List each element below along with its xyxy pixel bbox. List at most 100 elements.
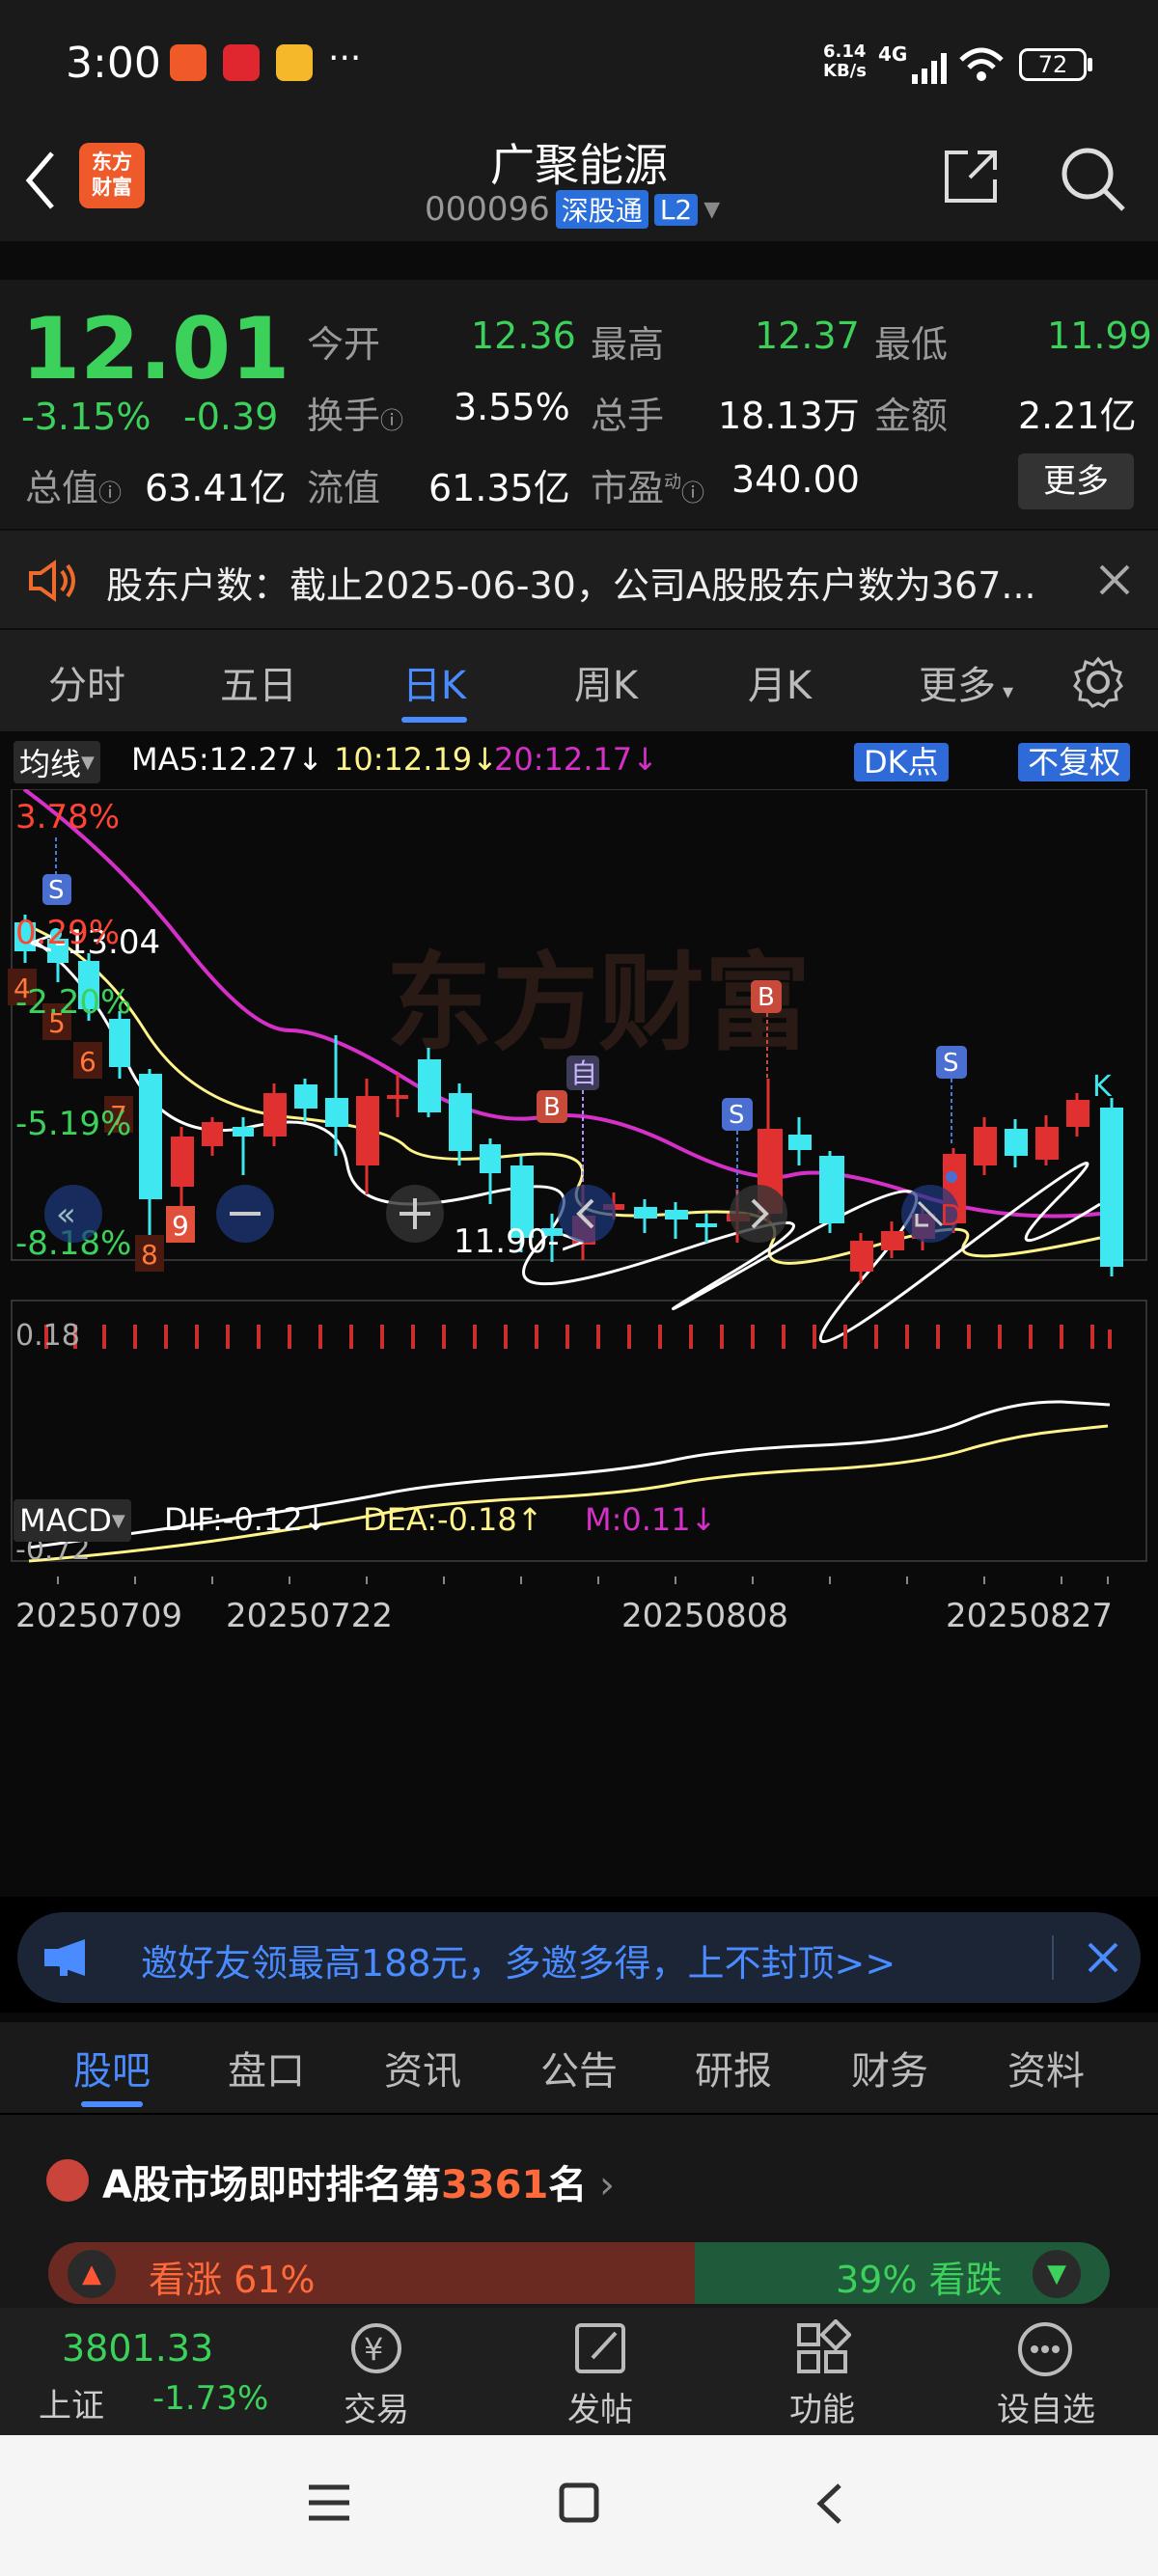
low-label: 最低: [874, 323, 949, 366]
date-label: 20250709: [15, 1597, 182, 1635]
search-icon[interactable]: [1058, 144, 1127, 213]
tab-order-book[interactable]: 盘口: [208, 2040, 324, 2096]
notice-bar[interactable]: 股东户数：截止2025-06-30，公司A股股东户数为367...: [0, 529, 1158, 630]
mktcap-label[interactable]: 总值ⓘ: [25, 458, 122, 511]
candle: [665, 1202, 688, 1239]
close-icon[interactable]: [1087, 1941, 1119, 1974]
tab-monthly-k[interactable]: 月K: [722, 654, 838, 710]
divider: [0, 2013, 1158, 2022]
rank-text[interactable]: A股市场即时排名第3361名 ›: [102, 2153, 615, 2209]
battery-tip: [1088, 58, 1092, 71]
chevron-down-icon: ▼: [703, 197, 721, 222]
change-value: -0.39: [183, 396, 279, 438]
candle: [449, 1083, 472, 1165]
tab-profile[interactable]: 资料: [988, 2040, 1104, 2096]
pct-label: -5.19%: [15, 1105, 131, 1143]
period-tabs: 分时 五日 日K 周K 月K 更多 ▾: [0, 630, 1158, 731]
speaker-icon: [29, 560, 75, 602]
close-icon[interactable]: [1098, 563, 1131, 596]
svg-text:自: 自: [570, 1057, 597, 1089]
change-pct: -3.15%: [21, 396, 152, 438]
tab-daily-k[interactable]: 日K: [376, 654, 492, 710]
megaphone-icon: [44, 1939, 85, 1976]
turnover-label[interactable]: 换手ⓘ: [307, 386, 403, 439]
gear-icon[interactable]: [1071, 655, 1125, 709]
tab-research[interactable]: 研报: [676, 2040, 791, 2096]
tab-announcements[interactable]: 公告: [521, 2040, 637, 2096]
next-button: [730, 1185, 787, 1243]
function-grid-icon[interactable]: [793, 2319, 851, 2377]
tab-more[interactable]: 更多 ▾: [903, 654, 1029, 710]
candle: [139, 1069, 162, 1252]
dea-value: DEA:-0.18↑: [363, 1501, 543, 1538]
candle: [788, 1117, 812, 1165]
post-icon[interactable]: [571, 2319, 629, 2377]
stock-code-row[interactable]: 000096 深股通 L2 ▼: [425, 190, 720, 229]
date-ticks: [57, 1576, 1109, 1584]
date-label: 20250808: [621, 1597, 788, 1635]
notice-text: 股东户数：截止2025-06-30，公司A股股东户数为367...: [106, 564, 1036, 607]
svg-text:¥: ¥: [364, 2331, 383, 2368]
notification-app-icon: [223, 44, 260, 81]
divider: [1052, 1935, 1054, 1980]
candle: [294, 1079, 317, 1122]
candle: [263, 1083, 287, 1146]
pct-label: 0.29%: [15, 914, 120, 952]
adjust-type-button[interactable]: 不复权: [1018, 743, 1131, 781]
wifi-icon: [959, 47, 1004, 81]
market-rank-panel: A股市场即时排名第3361名 › ▲ 看涨 61% 39% 看跌 ▼: [0, 2115, 1158, 2308]
share-icon[interactable]: [941, 147, 1001, 206]
back-icon[interactable]: [21, 150, 60, 211]
post-label[interactable]: 发帖: [542, 2383, 658, 2430]
ma-selector[interactable]: 均线 ▼: [14, 741, 100, 783]
watchlist-label[interactable]: 设自选: [979, 2383, 1114, 2430]
candle: [850, 1233, 873, 1283]
tab-forum[interactable]: 股吧: [54, 2040, 170, 2096]
m-value: M:0.11↓: [585, 1501, 717, 1538]
date-label: 20250722: [226, 1597, 393, 1635]
net-speed: 6.14 KB/s: [823, 41, 867, 81]
tab-intraday[interactable]: 分时: [29, 654, 145, 710]
tab-finance[interactable]: 财务: [832, 2040, 948, 2096]
float-value: 61.35亿: [428, 467, 570, 509]
stock-code: 000096: [425, 190, 550, 229]
bullish-label: 看涨 61%: [149, 2259, 316, 2301]
status-bar: 3:00 ··· 6.14 KB/s 4G 72: [0, 0, 1158, 130]
svg-text:S: S: [943, 1049, 959, 1078]
bearish-label: 39% 看跌: [836, 2259, 1003, 2301]
last-price: 12.01: [21, 299, 290, 398]
trade-label[interactable]: 交易: [318, 2383, 434, 2430]
notification-app-icon: [170, 44, 207, 81]
trade-icon[interactable]: ¥: [345, 2319, 408, 2377]
ma5-value: MA5:12.27↓: [131, 741, 324, 778]
svg-text:«: «: [56, 1195, 76, 1234]
high-label: 最高: [591, 323, 665, 366]
function-label[interactable]: 功能: [764, 2383, 880, 2430]
svg-text:8: 8: [141, 1239, 158, 1271]
menu-icon[interactable]: [307, 2483, 351, 2522]
more-circle-icon[interactable]: [1015, 2319, 1075, 2379]
invite-banner[interactable]: 邀好友领最高188元，多邀多得，上不封顶>>: [17, 1912, 1141, 2003]
pe-label[interactable]: 市盈动ⓘ: [591, 458, 704, 511]
tab-weekly-k[interactable]: 周K: [548, 654, 664, 710]
pct-label: -2.20%: [15, 983, 131, 1022]
kline-chart-area[interactable]: 均线 ▼ MA5:12.27↓ 10:12.19↓ 20:12.17↓ DK点 …: [0, 731, 1158, 1897]
bullish-bar[interactable]: [48, 2242, 695, 2304]
chevron-up-icon: ▲: [68, 2250, 116, 2298]
candle: [1066, 1093, 1089, 1137]
index-change: -1.73%: [152, 2379, 269, 2418]
more-button[interactable]: 更多: [1018, 453, 1134, 509]
dk-point-button[interactable]: DK点: [854, 743, 949, 781]
chevron-down-icon: ▼: [1033, 2250, 1081, 2298]
volume-value: 18.13万: [718, 395, 860, 437]
index-value[interactable]: 3801.33: [62, 2327, 213, 2370]
banner-text: 邀好友领最高188元，多邀多得，上不封顶>>: [141, 1942, 896, 1985]
macd-selector[interactable]: MACD ▼: [14, 1499, 131, 1542]
back-nav-icon[interactable]: [813, 2481, 845, 2526]
tab-five-day[interactable]: 五日: [201, 654, 317, 710]
tab-news[interactable]: 资讯: [365, 2040, 481, 2096]
home-icon[interactable]: [558, 2481, 600, 2524]
system-nav-bar: [0, 2435, 1158, 2576]
kline-svg: 东方财富 S B S B S 自 K 4 5 6 7 8 9 <-13.04 1…: [8, 789, 1147, 1635]
signal-icon: [912, 53, 947, 84]
